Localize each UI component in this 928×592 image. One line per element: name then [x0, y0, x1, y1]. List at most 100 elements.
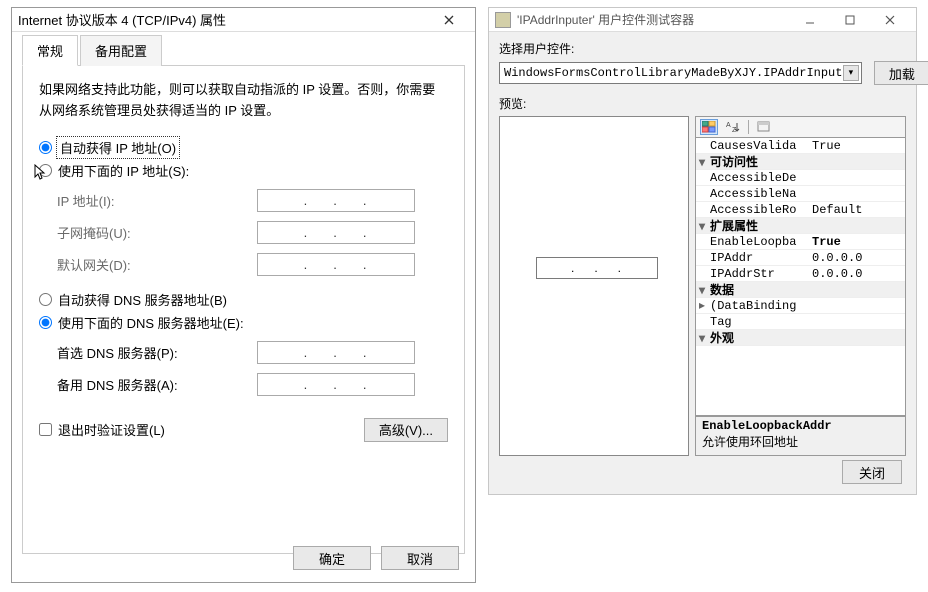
alphabetical-view-icon[interactable]: AZ: [724, 119, 742, 135]
radio-auto-dns-row[interactable]: 自动获得 DNS 服务器地址(B): [39, 290, 448, 309]
property-pages-icon[interactable]: [755, 119, 773, 135]
property-key: CausesValida: [708, 139, 808, 153]
preview-area: ... AZ CausesValidaTrue▾可访问性AccessibleDe…: [499, 116, 906, 456]
expand-icon[interactable]: ▸: [696, 298, 708, 313]
property-row[interactable]: AccessibleRoDefault: [696, 202, 905, 218]
property-row[interactable]: IPAddrStr0.0.0.0: [696, 266, 905, 282]
radio-manual-ip-row[interactable]: 使用下面的 IP 地址(S):: [39, 161, 448, 180]
property-category-row[interactable]: ▾外观: [696, 330, 905, 346]
gateway-row: 默认网关(D): ...: [57, 253, 448, 276]
advanced-row: 退出时验证设置(L) 高级(V)...: [39, 418, 448, 442]
maximize-button[interactable]: [830, 8, 870, 32]
load-button[interactable]: 加载: [874, 61, 928, 85]
categorized-view-icon[interactable]: [700, 119, 718, 135]
radio-auto-ip-label: 自动获得 IP 地址(O): [58, 138, 178, 157]
property-key: IPAddr: [708, 251, 808, 265]
close-button[interactable]: [870, 8, 910, 32]
property-row[interactable]: IPAddr0.0.0.0: [696, 250, 905, 266]
tab-area: 常规 备用配置 如果网络支持此功能，则可以获取自动指派的 IP 设置。否则，你需…: [12, 32, 475, 554]
control-combobox[interactable]: WindowsFormsControlLibraryMadeByXJY.IPAd…: [499, 62, 862, 84]
window-buttons: [790, 8, 910, 32]
titlebar[interactable]: 'IPAddrInputer' 用户控件测试容器: [489, 8, 916, 32]
subnet-mask-row: 子网掩码(U): ...: [57, 221, 448, 244]
property-key: EnableLoopba: [708, 235, 808, 249]
dns2-input[interactable]: ...: [257, 373, 415, 396]
right-footer: 关闭: [842, 460, 902, 484]
radio-auto-ip-row[interactable]: 自动获得 IP 地址(O): [39, 138, 448, 157]
ip-address-row: IP 地址(I): ...: [57, 189, 448, 212]
property-value[interactable]: Default: [808, 203, 905, 217]
property-value[interactable]: 0.0.0.0: [808, 251, 905, 265]
preview-label: 预览:: [499, 95, 906, 112]
dns1-label: 首选 DNS 服务器(P):: [57, 343, 257, 362]
property-row[interactable]: Tag: [696, 314, 905, 330]
tabs: 常规 备用配置: [22, 34, 465, 66]
tab-panel-general: 如果网络支持此功能，则可以获取自动指派的 IP 设置。否则，你需要从网络系统管理…: [22, 66, 465, 554]
category-name: 外观: [708, 329, 905, 346]
window-title: Internet 协议版本 4 (TCP/IPv4) 属性: [18, 10, 429, 29]
titlebar[interactable]: Internet 协议版本 4 (TCP/IPv4) 属性: [12, 8, 475, 32]
window-title: 'IPAddrInputer' 用户控件测试容器: [517, 11, 790, 28]
radio-auto-ip[interactable]: [39, 141, 52, 154]
property-toolbar: AZ: [695, 116, 906, 138]
expand-icon[interactable]: ▾: [696, 155, 708, 169]
chevron-down-icon[interactable]: ▾: [843, 65, 859, 81]
dns-fields-group: 首选 DNS 服务器(P): ... 备用 DNS 服务器(A): ...: [57, 341, 448, 396]
property-value[interactable]: 0.0.0.0: [808, 267, 905, 281]
validate-on-exit-row[interactable]: 退出时验证设置(L): [39, 420, 165, 439]
property-value[interactable]: True: [808, 139, 905, 153]
svg-text:A: A: [726, 122, 731, 129]
dns1-input[interactable]: ...: [257, 341, 415, 364]
radio-manual-dns-row[interactable]: 使用下面的 DNS 服务器地址(E):: [39, 313, 448, 332]
radio-manual-dns[interactable]: [39, 316, 52, 329]
ok-button[interactable]: 确定: [293, 546, 371, 570]
close-button[interactable]: [429, 8, 469, 32]
help-property-name: EnableLoopbackAddr: [702, 419, 899, 433]
right-body: 选择用户控件: WindowsFormsControlLibraryMadeBy…: [489, 32, 916, 464]
property-category-row[interactable]: ▾数据: [696, 282, 905, 298]
expand-icon[interactable]: ▾: [696, 331, 708, 345]
radio-manual-ip-label: 使用下面的 IP 地址(S):: [58, 161, 189, 180]
subnet-mask-input[interactable]: ...: [257, 221, 415, 244]
ip-address-label: IP 地址(I):: [57, 191, 257, 210]
ip-fields-group: IP 地址(I): ... 子网掩码(U): ... 默认网关(D): ...: [57, 189, 448, 276]
radio-auto-dns-label: 自动获得 DNS 服务器地址(B): [58, 290, 227, 309]
property-grid[interactable]: CausesValidaTrue▾可访问性AccessibleDeAccessi…: [695, 138, 906, 416]
cancel-button[interactable]: 取消: [381, 546, 459, 570]
property-help-panel: EnableLoopbackAddr 允许使用环回地址: [695, 416, 906, 456]
ipaddr-inputer-control[interactable]: ...: [536, 257, 658, 279]
property-key: Tag: [708, 315, 808, 329]
preview-canvas: ...: [499, 116, 689, 456]
property-row[interactable]: AccessibleNa: [696, 186, 905, 202]
expand-icon[interactable]: ▾: [696, 219, 708, 233]
subnet-mask-label: 子网掩码(U):: [57, 223, 257, 242]
close-dialog-button[interactable]: 关闭: [842, 460, 902, 484]
app-icon: [495, 12, 511, 28]
tab-alt-config[interactable]: 备用配置: [80, 35, 162, 66]
radio-auto-dns[interactable]: [39, 293, 52, 306]
help-property-desc: 允许使用环回地址: [702, 433, 899, 450]
property-row[interactable]: ▸(DataBinding: [696, 298, 905, 314]
category-name: 可访问性: [708, 153, 905, 170]
property-row[interactable]: EnableLoopbaTrue: [696, 234, 905, 250]
toolbar-separator: [748, 120, 749, 134]
property-row[interactable]: CausesValidaTrue: [696, 138, 905, 154]
radio-manual-ip[interactable]: [39, 164, 52, 177]
gateway-input[interactable]: ...: [257, 253, 415, 276]
validate-on-exit-checkbox[interactable]: [39, 423, 52, 436]
property-key: AccessibleNa: [708, 187, 808, 201]
property-key: AccessibleDe: [708, 171, 808, 185]
property-category-row[interactable]: ▾扩展属性: [696, 218, 905, 234]
advanced-button[interactable]: 高级(V)...: [364, 418, 448, 442]
property-key: (DataBinding: [708, 299, 808, 313]
minimize-button[interactable]: [790, 8, 830, 32]
usercontrol-test-container-window: 'IPAddrInputer' 用户控件测试容器 选择用户控件: Windows…: [488, 7, 917, 495]
property-row[interactable]: AccessibleDe: [696, 170, 905, 186]
ip-address-input[interactable]: ...: [257, 189, 415, 212]
property-key: AccessibleRo: [708, 203, 808, 217]
property-category-row[interactable]: ▾可访问性: [696, 154, 905, 170]
radio-manual-dns-label: 使用下面的 DNS 服务器地址(E):: [58, 313, 244, 332]
expand-icon[interactable]: ▾: [696, 283, 708, 297]
property-value[interactable]: True: [808, 235, 905, 249]
tab-general[interactable]: 常规: [22, 35, 78, 66]
